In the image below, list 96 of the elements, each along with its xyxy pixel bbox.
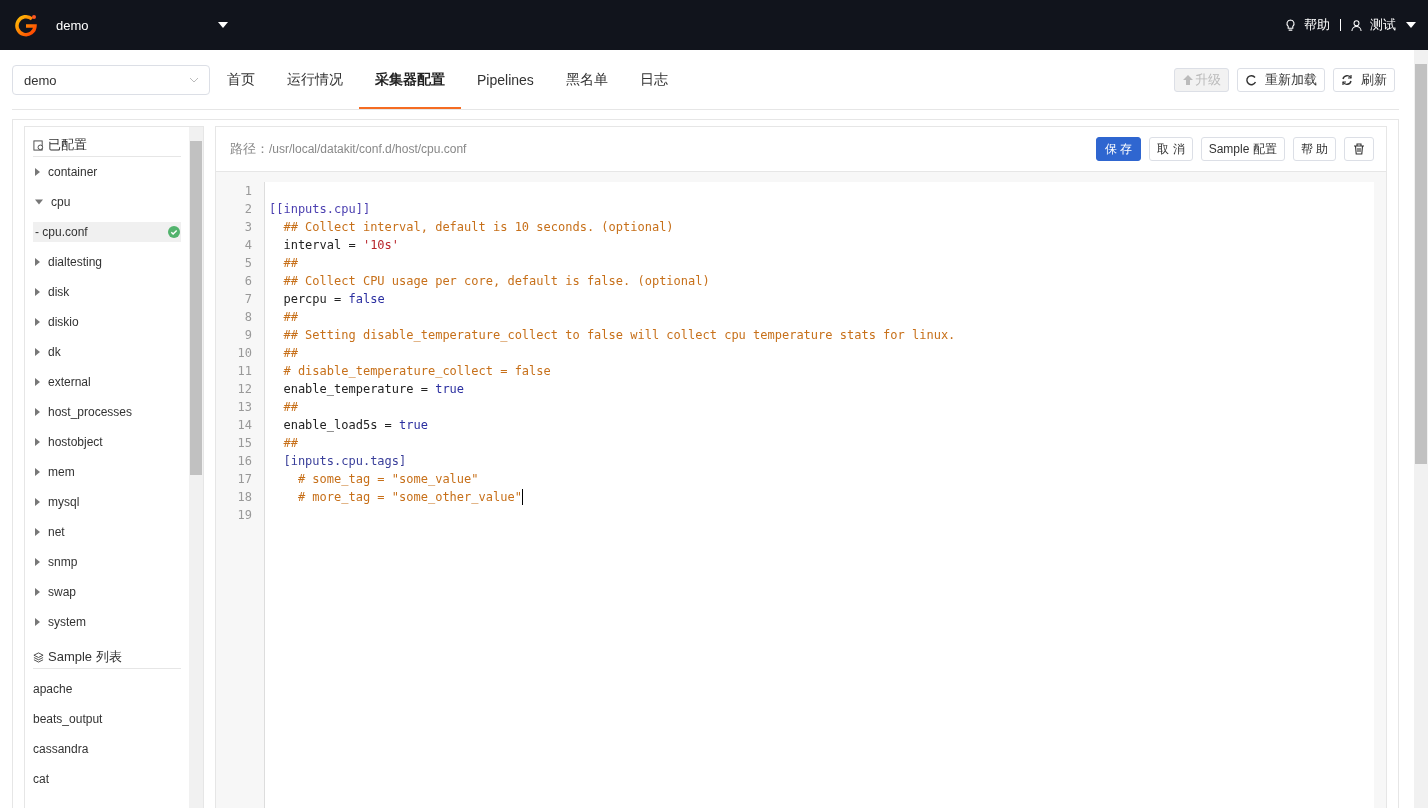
select-value: demo — [24, 72, 57, 88]
line-number: 7 — [243, 291, 252, 308]
workspace-select[interactable]: demo — [12, 65, 210, 95]
user-icon — [1351, 19, 1362, 31]
code-text: ## — [282, 255, 298, 272]
chevron-down-icon — [189, 77, 199, 83]
toolbar-button[interactable]: 重新加载 — [1237, 68, 1325, 92]
file-path: 路径：/usr/local/datakit/conf.d/host/cpu.conf — [230, 140, 467, 158]
code-text: # disable_temperature_collect = false — [282, 363, 551, 380]
section-title: 已配置 — [48, 136, 87, 154]
tree-item[interactable]: host_processes — [48, 405, 133, 419]
sample-item[interactable]: apache — [33, 674, 181, 704]
code-text: [inputs.cpu.tags] — [282, 453, 407, 470]
tree-item[interactable]: diskio — [48, 315, 79, 329]
tree-item[interactable]: system — [48, 615, 86, 629]
code-text: [[inputs.cpu]] — [269, 201, 371, 218]
tree-item[interactable]: dk — [48, 345, 61, 359]
bulb-icon — [1285, 18, 1296, 32]
code-text: true — [435, 381, 465, 398]
editor-button[interactable]: 保 存 — [1095, 137, 1142, 161]
caret-icon[interactable] — [1406, 22, 1416, 28]
tree-file-item[interactable]: - cpu.conf — [33, 222, 181, 242]
line-number: 4 — [243, 237, 252, 254]
line-number: 17 — [236, 471, 252, 488]
tree-item[interactable]: cpu — [51, 195, 71, 209]
line-number: 12 — [236, 381, 252, 398]
line-number: 13 — [236, 399, 252, 416]
tree-item[interactable]: dialtesting — [48, 255, 103, 269]
nav-tab[interactable]: 黑名单 — [549, 53, 624, 109]
line-number: 5 — [243, 255, 252, 272]
code-text: enable_load5s = — [282, 417, 393, 434]
arrow-up-icon — [1182, 74, 1194, 86]
code-text: interval = — [282, 237, 357, 254]
help-link[interactable]: 帮助 — [1304, 16, 1330, 34]
delete-button[interactable] — [1344, 137, 1374, 161]
nav-tab[interactable]: 采集器配置 — [359, 53, 461, 109]
tree-item[interactable]: snmp — [48, 555, 78, 569]
line-number: 9 — [243, 327, 252, 344]
code-text: ## Collect interval, default is 10 seconds. (optional) — [282, 219, 674, 236]
tree-item[interactable]: mem — [48, 465, 75, 479]
tree-item[interactable]: container — [48, 165, 98, 179]
sample-item[interactable]: cat — [33, 764, 181, 794]
scrollbar[interactable] — [189, 127, 203, 808]
line-number: 8 — [243, 309, 252, 326]
sample-item[interactable]: cassandra — [33, 734, 181, 764]
line-number: 1 — [243, 183, 252, 200]
code-text: # some_tag = "some_value" — [296, 471, 479, 488]
toolbar-button[interactable]: 刷新 — [1333, 68, 1395, 92]
tree-item[interactable]: disk — [48, 285, 70, 299]
tree-item[interactable]: external — [48, 375, 91, 389]
line-number: 10 — [236, 345, 252, 362]
file-name: - cpu.conf — [35, 225, 88, 239]
code-text: ## — [282, 345, 298, 362]
line-number: 11 — [236, 363, 252, 380]
code-text: ## Collect CPU usage per core, default is false. (optional) — [282, 273, 710, 290]
caret-icon[interactable] — [218, 22, 228, 28]
page-scrollbar[interactable] — [1414, 50, 1428, 808]
nav-tab[interactable]: 运行情况 — [271, 53, 359, 109]
code-text: ## — [282, 309, 298, 326]
refresh-icon — [1341, 74, 1353, 86]
line-number: 2 — [243, 201, 252, 218]
section-title: Sample 列表 — [48, 648, 122, 666]
line-number: 15 — [236, 435, 252, 452]
editor-button[interactable]: 取 消 — [1149, 137, 1193, 161]
line-number: 16 — [236, 453, 252, 470]
nav-tab[interactable]: 首页 — [211, 53, 271, 109]
code-text: ## Setting disable_temperature_collect to false will collect cpu temperature stats for linux. — [282, 327, 956, 344]
code-text: # more_tag = "some_other_value" — [296, 489, 522, 506]
editor-button[interactable]: 帮 助 — [1292, 137, 1336, 161]
editor-button[interactable]: Sample 配置 — [1200, 137, 1285, 161]
code-text: false — [348, 291, 385, 308]
user-name[interactable]: 测试 — [1370, 16, 1396, 34]
workspace-name[interactable]: demo — [56, 17, 208, 33]
code-text: percpu = — [282, 291, 343, 308]
code-text: ## — [282, 399, 298, 416]
trash-icon — [1353, 143, 1365, 155]
line-number: 14 — [236, 417, 252, 434]
code-text: '10s' — [362, 237, 400, 254]
nav-tab[interactable]: 日志 — [623, 53, 684, 109]
sample-item[interactable]: beats_output — [33, 704, 181, 734]
nav-tab[interactable]: Pipelines — [461, 53, 550, 109]
line-number: 18 — [236, 489, 252, 506]
code-text: true — [399, 417, 428, 434]
line-number: 3 — [243, 219, 252, 236]
line-number: 6 — [243, 273, 252, 290]
line-number: 19 — [236, 507, 252, 524]
config-file-icon — [33, 139, 44, 151]
code-text: ## — [282, 435, 298, 452]
tree-item[interactable]: swap — [48, 585, 76, 599]
tree-item[interactable]: hostobject — [48, 435, 103, 449]
tree-item[interactable]: net — [48, 525, 65, 539]
logo-icon — [14, 13, 38, 37]
reload-icon — [1245, 74, 1257, 86]
code-text: enable_temperature = — [282, 381, 429, 398]
layers-icon — [33, 651, 44, 663]
tree-item[interactable]: mysql — [48, 495, 80, 509]
